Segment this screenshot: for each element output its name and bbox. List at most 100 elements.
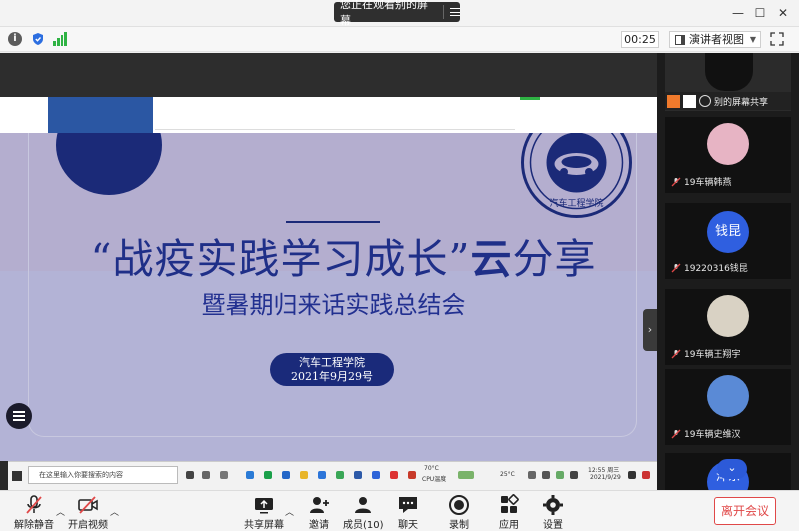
share-status-label: 您正在观看别的屏幕 [340,0,428,27]
meeting-timer: 00:25 [621,31,659,48]
meeting-toolbar: i 00:25 演讲者视图 ▼ [0,27,799,52]
windows-start-icon [12,471,22,481]
menu-icon[interactable] [450,8,461,16]
apps-icon [501,494,519,513]
participant-tile[interactable]: 19车辆史维汉 [665,369,791,445]
meeting-controls-bar: 解除静音 ︿ 开启视频 ︿ 共享屏幕 ︿ 邀请 成员(10) 聊天 录制 应用 … [0,490,799,531]
sharer-label: 别的屏幕共享 [714,97,769,108]
info-icon[interactable]: i [8,32,22,46]
mic-muted-icon [671,429,681,438]
chat-button[interactable]: 聊天 [396,494,420,531]
pill-college: 汽车工程学院 [299,356,365,369]
apps-label: 应用 [499,520,519,531]
apps-button[interactable]: 应用 [497,494,521,531]
task-view-icon [186,471,194,479]
participant-name-row: 19车辆王翔宇 [671,347,740,360]
pill-date: 2021年9月29号 [291,370,373,383]
share-label: 共享屏幕 [244,520,284,531]
gallery-scroll-button[interactable]: ⌄ [717,459,747,479]
participant-name: 19车辆王翔宇 [684,350,741,360]
video-options-chevron-icon[interactable]: ︿ [110,505,119,518]
network-tray-icon [570,471,578,479]
slide-title-end: 分享 [512,235,597,283]
taskbar-app-icon [202,471,210,479]
remote-blue-block [48,97,153,133]
mic-off-icon [26,495,42,514]
remote-window-strip [0,97,657,133]
security-shield-icon[interactable] [31,32,45,46]
participant-tile[interactable]: 19车辆王翔宇 [665,289,791,365]
tray-icon [542,471,550,479]
remote-taskbar: 在这里输入你要搜索的内容 70°C CPU温度 25°C 12:55 周三 20… [8,461,657,490]
screen-share-status[interactable]: 您正在观看别的屏幕 [334,0,461,27]
settings-button[interactable]: 设置 [541,494,565,531]
gear-icon [543,495,563,515]
share-screen-button[interactable]: 共享屏幕 [244,494,284,531]
view-mode-dropdown[interactable]: 演讲者视图 ▼ [669,31,761,48]
cpu-temp-label: CPU温度 [422,476,447,483]
view-mode-label: 演讲者视图 [689,33,744,46]
presentation-slide: 汽车工程学院 “战疫实践学习成长”云分享 暨暑期归来话实践总结会 汽车工程学院 … [0,133,657,461]
record-button[interactable]: 录制 [447,494,471,531]
tray-icon [528,471,536,479]
participant-name-row: 19220316钱昆 [671,261,748,274]
chevron-down-icon: ▼ [749,35,756,44]
taskbar-app-icon [220,471,228,479]
chat-icon [399,497,417,513]
record-icon [449,495,469,515]
participant-tile[interactable]: 19车辆韩燕 [665,117,791,193]
slide-info-pill: 汽车工程学院 2021年9月29号 [270,353,394,386]
members-label: 成员(10) [343,520,384,531]
share-options-chevron-icon[interactable]: ︿ [285,505,294,518]
mic-muted-icon [671,177,681,186]
speaker-view-icon [675,34,685,45]
start-video-button[interactable]: 开启视频 [68,494,108,531]
leave-meeting-button[interactable]: 离开会议 [714,497,776,525]
invite-label: 邀请 [309,520,329,531]
close-button[interactable]: ✕ [772,3,794,23]
avatar: 钱昆 [707,211,749,253]
cpu-temp-value: 70°C [424,465,439,472]
sharer-tile[interactable]: 别的屏幕共享 [665,53,791,111]
participant-tile[interactable]: 钱昆 19220316钱昆 [665,203,791,279]
participant-name: 19车辆史维汉 [684,430,741,440]
collapse-gallery-button[interactable]: › [643,309,657,351]
members-button[interactable]: 成员(10) [343,494,384,531]
mic-muted-icon [671,263,681,272]
slide-title: “战疫实践学习成长”云分享 [0,225,657,285]
share-icon [683,94,696,108]
college-emblem-seal: 汽车工程学院 [521,133,632,218]
mic-muted-icon [671,349,681,358]
slide-list-icon[interactable] [6,403,32,429]
battery-icon [458,471,474,479]
participant-name: 19车辆韩燕 [684,178,732,188]
unmute-button[interactable]: 解除静音 [14,494,54,531]
invite-button[interactable]: 邀请 [307,494,331,531]
slide-title-quote: “战疫实践学习成长” [90,235,471,283]
avatar [707,375,749,417]
chat-label: 聊天 [398,520,418,531]
slide-subtitle: 暨暑期归来话实践总结会 [201,291,466,319]
outside-temp: 25°C [500,471,515,478]
slide-title-yun: 云 [470,235,513,283]
participant-gallery: 别的屏幕共享 19车辆韩燕 钱昆 19220316钱昆 19车辆王翔宇 19车辆… [657,53,799,490]
minimize-button[interactable]: — [727,3,749,23]
tray-icon [556,471,564,479]
taskbar-app-icon [408,471,416,479]
emblem-text: 汽车工程学院 [549,197,603,209]
maximize-button[interactable]: ☐ [749,3,771,23]
participant-name-row: 19车辆史维汉 [671,427,740,440]
host-icon [667,94,680,108]
edge-icon [246,471,254,479]
avatar [707,123,749,165]
taskbar-app-icon [282,471,290,479]
notification-icon [628,471,636,479]
wps-icon [390,471,398,479]
mic-options-chevron-icon[interactable]: ︿ [56,505,65,518]
taskbar-app-icon [372,471,380,479]
remote-search-box: 在这里输入你要搜索的内容 [28,466,178,484]
fullscreen-icon[interactable] [770,32,784,46]
network-signal-icon[interactable] [53,32,67,46]
file-explorer-icon [300,471,308,479]
remote-desktop-header [0,53,657,97]
